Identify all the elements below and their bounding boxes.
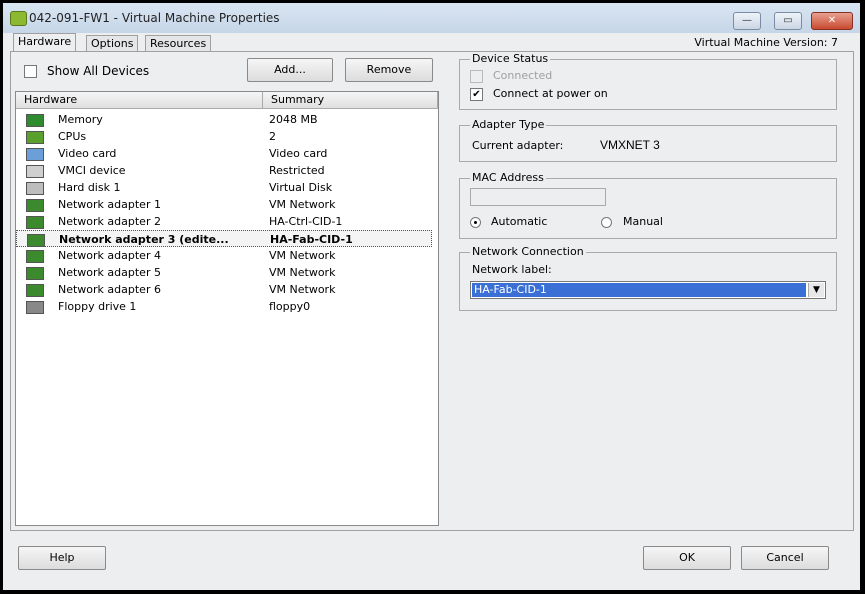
- mac-address-input[interactable]: [470, 188, 606, 206]
- show-all-devices-checkbox[interactable]: [24, 65, 37, 78]
- nic-icon: [26, 250, 44, 263]
- connect-power-on-label: Connect at power on: [493, 87, 608, 100]
- column-summary[interactable]: Summary: [263, 92, 438, 109]
- hardware-name: Network adapter 5: [58, 266, 161, 279]
- nic-icon: [26, 267, 44, 280]
- hardware-row[interactable]: Memory 2048 MB: [16, 111, 432, 128]
- hardware-name: Memory: [58, 113, 103, 126]
- vm-version: Virtual Machine Version: 7: [694, 36, 838, 49]
- close-button[interactable]: ✕: [811, 12, 853, 30]
- device-status-title: Device Status: [470, 52, 551, 65]
- title-bar: 042-091-FW1 - Virtual Machine Properties…: [3, 3, 860, 33]
- hardware-summary: HA-Ctrl-CID-1: [269, 215, 343, 228]
- vsphere-icon: [10, 11, 27, 26]
- network-connection-group: Network Connection Network label: HA-Fab…: [459, 245, 837, 311]
- hardware-name: Network adapter 3 (edite...: [59, 233, 229, 246]
- window-title: 042-091-FW1 - Virtual Machine Properties: [29, 11, 280, 25]
- mac-title: MAC Address: [470, 171, 546, 184]
- monitor-icon: [26, 148, 44, 161]
- hardware-name: Hard disk 1: [58, 181, 121, 194]
- tab-options[interactable]: Options: [86, 35, 139, 52]
- connect-power-on-checkbox[interactable]: ✔: [470, 88, 483, 101]
- memory-icon: [26, 114, 44, 127]
- network-connection-title: Network Connection: [470, 245, 586, 258]
- hardware-row[interactable]: CPUs 2: [16, 128, 432, 145]
- hardware-row[interactable]: Video card Video card: [16, 145, 432, 162]
- disk-icon: [26, 182, 44, 195]
- hardware-row[interactable]: Network adapter 4 VM Network: [16, 247, 432, 264]
- show-all-devices-label: Show All Devices: [47, 64, 150, 78]
- connected-checkbox: [470, 70, 483, 83]
- minimize-button[interactable]: —: [733, 12, 761, 30]
- connected-label: Connected: [493, 69, 553, 82]
- hardware-summary: VM Network: [269, 266, 336, 279]
- adapter-type-group: Adapter Type Current adapter: VMXNET 3: [459, 118, 837, 162]
- tab-hardware[interactable]: Hardware: [13, 33, 77, 52]
- hardware-row[interactable]: VMCI device Restricted: [16, 162, 432, 179]
- ok-button[interactable]: OK: [643, 546, 731, 570]
- device-status-group: Device Status Connected ✔ Connect at pow…: [459, 52, 837, 110]
- nic-icon: [26, 216, 44, 229]
- add-button[interactable]: Add...: [247, 58, 333, 82]
- hardware-row[interactable]: Hard disk 1 Virtual Disk: [16, 179, 432, 196]
- hardware-summary: VM Network: [269, 249, 336, 262]
- floppy-icon: [26, 301, 44, 314]
- nic-icon: [26, 199, 44, 212]
- help-button[interactable]: Help: [18, 546, 106, 570]
- hardware-name: Network adapter 2: [58, 215, 161, 228]
- hardware-name: Network adapter 6: [58, 283, 161, 296]
- nic-icon: [27, 234, 45, 247]
- automatic-label: Automatic: [491, 215, 548, 228]
- vmci-icon: [26, 165, 44, 178]
- manual-label: Manual: [623, 215, 663, 228]
- hardware-summary: HA-Fab-CID-1: [270, 233, 353, 246]
- manual-radio[interactable]: [601, 217, 612, 228]
- hardware-summary: Virtual Disk: [269, 181, 333, 194]
- cpu-icon: [26, 131, 44, 144]
- current-adapter-value: VMXNET 3: [600, 138, 660, 152]
- current-adapter-label: Current adapter:: [472, 139, 564, 152]
- hardware-summary: 2: [269, 130, 276, 143]
- hardware-row[interactable]: Network adapter 3 (edite... HA-Fab-CID-1: [16, 230, 432, 247]
- hardware-row[interactable]: Network adapter 1 VM Network: [16, 196, 432, 213]
- mac-address-group: MAC Address Automatic Manual: [459, 171, 837, 239]
- hardware-summary: Restricted: [269, 164, 325, 177]
- tab-resources[interactable]: Resources: [145, 35, 212, 52]
- column-hardware[interactable]: Hardware: [16, 92, 263, 109]
- hardware-row[interactable]: Network adapter 6 VM Network: [16, 281, 432, 298]
- hardware-name: VMCI device: [58, 164, 126, 177]
- hardware-name: Video card: [58, 147, 117, 160]
- adapter-type-title: Adapter Type: [470, 118, 547, 131]
- hardware-row[interactable]: Network adapter 2 HA-Ctrl-CID-1: [16, 213, 432, 230]
- hardware-name: Network adapter 1: [58, 198, 161, 211]
- chevron-down-icon[interactable]: ▼: [808, 283, 824, 297]
- hardware-row[interactable]: Floppy drive 1 floppy0: [16, 298, 432, 315]
- network-label-value: HA-Fab-CID-1: [472, 283, 806, 297]
- hardware-name: Network adapter 4: [58, 249, 161, 262]
- automatic-radio[interactable]: [470, 217, 481, 228]
- cancel-button[interactable]: Cancel: [741, 546, 829, 570]
- hardware-list: Hardware Summary Memory 2048 MB CPUs 2 Video…: [15, 91, 439, 526]
- nic-icon: [26, 284, 44, 297]
- remove-button[interactable]: Remove: [345, 58, 433, 82]
- network-label-label: Network label:: [472, 263, 552, 276]
- hardware-row[interactable]: Network adapter 5 VM Network: [16, 264, 432, 281]
- hardware-summary: VM Network: [269, 198, 336, 211]
- network-label-select[interactable]: HA-Fab-CID-1 ▼: [470, 281, 826, 299]
- hardware-summary: Video card: [269, 147, 328, 160]
- hardware-summary: floppy0: [269, 300, 311, 313]
- hardware-summary: VM Network: [269, 283, 336, 296]
- maximize-button[interactable]: ▭: [774, 12, 802, 30]
- hardware-name: CPUs: [58, 130, 87, 143]
- hardware-name: Floppy drive 1: [58, 300, 137, 313]
- hardware-summary: 2048 MB: [269, 113, 318, 126]
- vm-properties-window: 042-091-FW1 - Virtual Machine Properties…: [3, 3, 860, 590]
